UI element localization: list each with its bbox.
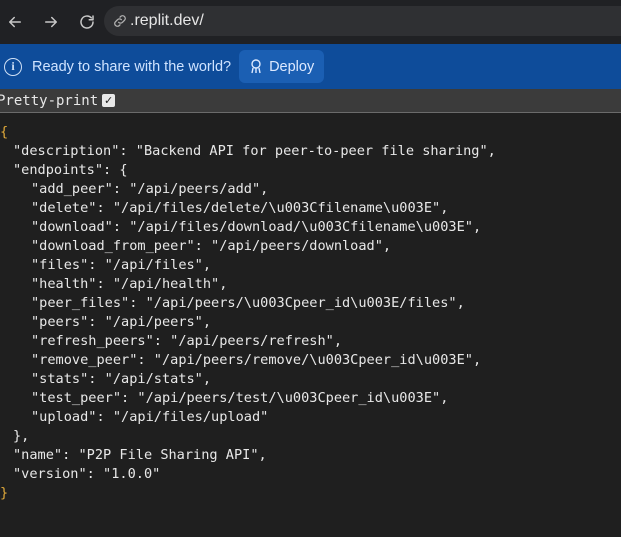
json-endpoint-line: "files": "/api/files", xyxy=(31,257,212,273)
json-endpoint-line: "stats": "/api/stats", xyxy=(31,371,212,387)
deploy-label: Deploy xyxy=(269,58,315,75)
reload-icon xyxy=(80,15,94,29)
browser-toolbar xyxy=(0,0,621,44)
json-viewer: { "description": "Backend API for peer-t… xyxy=(0,123,621,503)
json-endpoint-line: "refresh_peers": "/api/peers/refresh", xyxy=(31,333,342,349)
reload-button[interactable] xyxy=(76,11,98,33)
arrow-left-icon xyxy=(9,16,21,28)
json-endpoint-line: "upload": "/api/files/upload" xyxy=(31,409,269,425)
json-endpoint-line: "download_from_peer": "/api/peers/downlo… xyxy=(31,238,392,254)
json-version-line: "version": "1.0.0" xyxy=(13,466,161,482)
pretty-print-bar: Pretty-print ✓ xyxy=(0,89,621,113)
json-endpoints-close: }, xyxy=(13,428,30,444)
json-endpoint-line: "health": "/api/health", xyxy=(31,276,228,292)
back-button[interactable] xyxy=(4,11,26,33)
info-icon: i xyxy=(4,57,22,76)
json-endpoint-line: "download": "/api/files/download/\u003Cf… xyxy=(31,219,482,235)
link-icon xyxy=(112,13,128,29)
pretty-print-label: Pretty-print xyxy=(0,92,99,109)
json-endpoint-line: "delete": "/api/files/delete/\u003Cfilen… xyxy=(31,200,449,216)
url-input[interactable] xyxy=(128,12,610,30)
json-endpoint-line: "peer_files": "/api/peers/\u003Cpeer_id\… xyxy=(31,295,465,311)
banner-message: Ready to share with the world? xyxy=(32,58,232,75)
arrow-right-icon xyxy=(45,16,57,28)
pretty-print-checkbox[interactable]: ✓ xyxy=(102,94,116,107)
json-endpoint-line: "add_peer": "/api/peers/add", xyxy=(31,181,269,197)
json-endpoint-line: "peers": "/api/peers", xyxy=(31,314,212,330)
address-bar[interactable] xyxy=(104,6,621,36)
json-description-line: "description": "Backend API for peer-to-… xyxy=(13,143,496,159)
json-open-brace: { xyxy=(0,124,9,140)
deploy-banner: i Ready to share with the world? Deploy xyxy=(0,44,621,89)
json-endpoint-line: "test_peer": "/api/peers/test/\u003Cpeer… xyxy=(31,390,449,406)
json-endpoint-line: "remove_peer": "/api/peers/remove/\u003C… xyxy=(31,352,482,368)
forward-button[interactable] xyxy=(40,11,62,33)
deploy-button[interactable]: Deploy xyxy=(239,50,325,83)
json-close-brace: } xyxy=(0,485,9,501)
json-name-line: "name": "P2P File Sharing API", xyxy=(13,447,267,463)
json-endpoints-open: "endpoints": { xyxy=(13,162,128,178)
deploy-icon xyxy=(249,58,263,75)
